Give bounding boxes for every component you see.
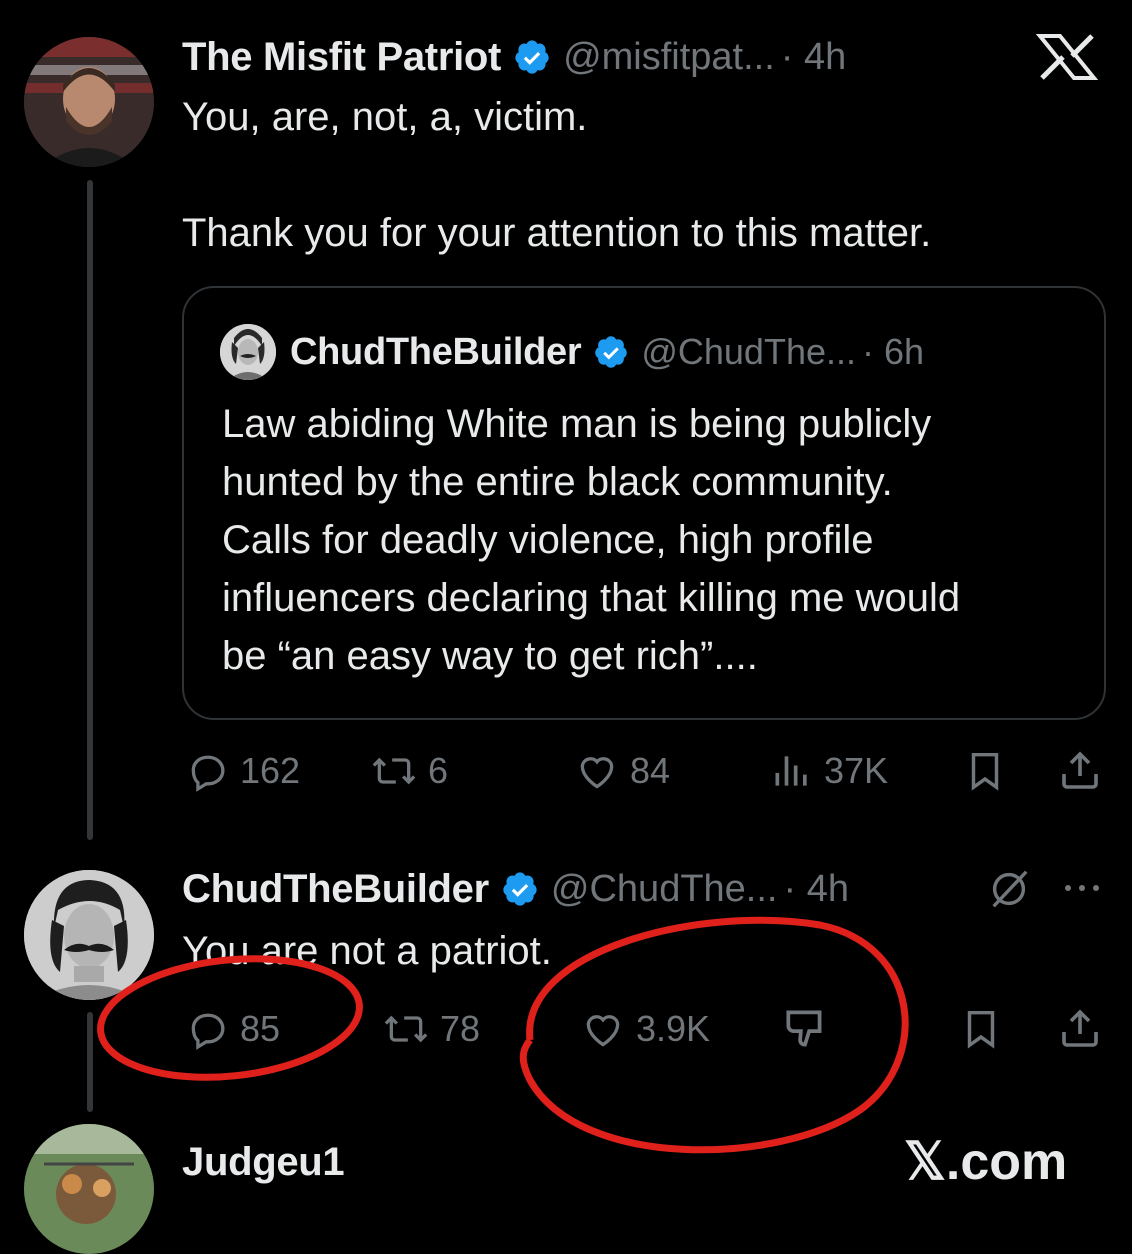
quote-header: ChudTheBuilder @ChudThe... · 6h bbox=[290, 326, 924, 378]
like-icon bbox=[586, 1015, 620, 1047]
reply-time[interactable]: · 4h bbox=[783, 868, 848, 911]
quote-text-line: Calls for deadly violence, high profile bbox=[222, 518, 874, 562]
next-reply-author-name[interactable]: Judgeu1 bbox=[182, 1140, 345, 1185]
avatar-image bbox=[24, 1124, 154, 1254]
views-button[interactable]: 37K bbox=[770, 746, 888, 796]
quote-text-line: be “an easy way to get rich”.... bbox=[222, 634, 758, 678]
quote-text-line: Law abiding White man is being publicly bbox=[222, 402, 932, 446]
tweet-text-line-1: You, are, not, a, victim. bbox=[182, 95, 588, 139]
reply-count: 85 bbox=[240, 1008, 281, 1049]
quote-text-line: hunted by the entire black community. bbox=[222, 460, 893, 504]
reply-icon bbox=[191, 1013, 225, 1050]
share-icon[interactable] bbox=[1056, 746, 1104, 794]
avatar-misfit-patriot[interactable] bbox=[24, 37, 154, 167]
verified-badge-icon bbox=[503, 872, 537, 906]
repost-button[interactable]: 6 bbox=[370, 746, 448, 796]
avatar-chudthebuilder[interactable] bbox=[24, 870, 154, 1000]
verified-badge-icon bbox=[515, 40, 549, 74]
repost-icon bbox=[372, 757, 416, 785]
repost-button[interactable]: 78 bbox=[382, 1004, 480, 1054]
reply-handle[interactable]: @ChudThe... bbox=[551, 868, 778, 911]
reply-icon bbox=[191, 755, 225, 792]
grok-icon[interactable] bbox=[986, 866, 1032, 912]
like-count: 3.9K bbox=[636, 1008, 711, 1049]
views-count: 37K bbox=[824, 750, 889, 791]
x-logo-icon[interactable] bbox=[1032, 34, 1102, 80]
avatar-image bbox=[24, 37, 154, 167]
bookmark-icon[interactable] bbox=[958, 1006, 1004, 1052]
like-button[interactable]: 84 bbox=[574, 746, 670, 796]
quote-handle[interactable]: @ChudThe... bbox=[641, 331, 856, 373]
verified-badge-icon bbox=[595, 336, 628, 368]
reply-button[interactable]: 85 bbox=[186, 1004, 280, 1054]
x-com-watermark: 𝕏.com bbox=[904, 1133, 1068, 1191]
quote-text-line: influencers declaring that killing me wo… bbox=[222, 576, 961, 620]
reply-author-name[interactable]: ChudTheBuilder bbox=[182, 867, 489, 912]
author-handle[interactable]: @misfitpat... bbox=[563, 36, 775, 79]
quote-text: Law abiding White man is being publicly … bbox=[222, 395, 1092, 685]
repost-count: 78 bbox=[440, 1008, 481, 1049]
avatar-image bbox=[24, 870, 154, 1000]
quote-author-name[interactable]: ChudTheBuilder bbox=[290, 331, 582, 374]
repost-icon bbox=[384, 1015, 428, 1043]
reply-count: 162 bbox=[240, 750, 301, 791]
reply-button[interactable]: 162 bbox=[186, 746, 300, 796]
repost-count: 6 bbox=[428, 750, 449, 791]
like-count: 84 bbox=[630, 750, 671, 791]
thread-line bbox=[87, 180, 93, 840]
avatar-judgeu1[interactable] bbox=[24, 1124, 154, 1254]
views-icon bbox=[775, 756, 807, 786]
like-button[interactable]: 3.9K bbox=[580, 1004, 710, 1054]
reply-text: You are not a patriot. bbox=[182, 929, 552, 973]
tweet-time[interactable]: · 4h bbox=[781, 36, 846, 79]
thread-line bbox=[87, 1012, 93, 1112]
tweet-text-line-2: Thank you for your attention to this mat… bbox=[182, 211, 932, 255]
more-icon[interactable] bbox=[1060, 876, 1104, 900]
tweet-header: The Misfit Patriot @misfitpat... · 4h bbox=[182, 30, 846, 84]
quote-avatar bbox=[220, 324, 276, 380]
dislike-icon[interactable] bbox=[780, 1004, 830, 1054]
like-icon bbox=[580, 757, 614, 789]
bookmark-icon[interactable] bbox=[962, 748, 1008, 794]
share-icon[interactable] bbox=[1056, 1004, 1104, 1052]
quote-time[interactable]: · 6h bbox=[862, 331, 924, 373]
reply-header: ChudTheBuilder @ChudThe... · 4h bbox=[182, 862, 849, 916]
author-name[interactable]: The Misfit Patriot bbox=[182, 35, 501, 80]
